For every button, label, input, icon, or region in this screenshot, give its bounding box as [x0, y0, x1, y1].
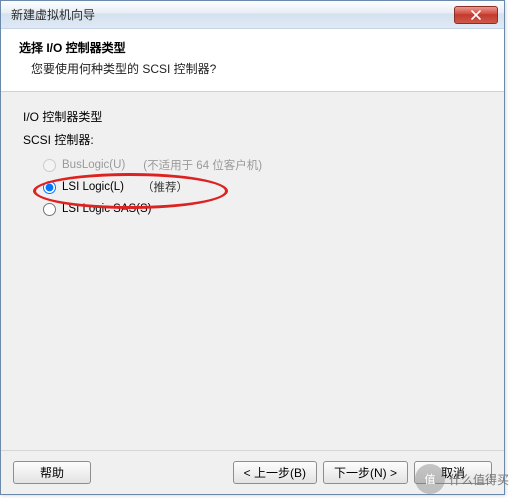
- section-label-scsi: SCSI 控制器:: [23, 131, 482, 148]
- cancel-button[interactable]: 取消: [414, 461, 492, 484]
- header-panel: 选择 I/O 控制器类型 您要使用何种类型的 SCSI 控制器?: [1, 29, 504, 92]
- radio-hint-buslogic: (不适用于 64 位客户机): [143, 157, 262, 173]
- radio-label-buslogic: BusLogic(U): [62, 159, 125, 171]
- header-subtitle: 您要使用何种类型的 SCSI 控制器?: [31, 60, 490, 77]
- radio-option-lsilogic[interactable]: LSI Logic(L) （推荐）: [43, 176, 482, 198]
- footer: 帮助 < 上一步(B) 下一步(N) > 取消: [1, 450, 504, 494]
- radio-lsilogic[interactable]: [43, 181, 56, 194]
- next-button[interactable]: 下一步(N) >: [323, 461, 408, 484]
- content-area: I/O 控制器类型 SCSI 控制器: BusLogic(U) (不适用于 64…: [1, 92, 504, 236]
- radio-option-buslogic: BusLogic(U) (不适用于 64 位客户机): [43, 154, 482, 176]
- header-title: 选择 I/O 控制器类型: [19, 39, 490, 56]
- dialog-window: 新建虚拟机向导 选择 I/O 控制器类型 您要使用何种类型的 SCSI 控制器?…: [0, 0, 505, 495]
- window-title: 新建虚拟机向导: [11, 6, 454, 23]
- radio-buslogic: [43, 159, 56, 172]
- radio-lsisas[interactable]: [43, 203, 56, 216]
- section-label-io: I/O 控制器类型: [23, 108, 482, 125]
- radio-group-scsi: BusLogic(U) (不适用于 64 位客户机) LSI Logic(L) …: [43, 154, 482, 220]
- radio-hint-lsilogic: （推荐）: [142, 179, 188, 195]
- close-button[interactable]: [454, 6, 498, 24]
- titlebar: 新建虚拟机向导: [1, 1, 504, 29]
- radio-label-lsisas: LSI Logic SAS(S): [62, 203, 151, 215]
- help-button[interactable]: 帮助: [13, 461, 91, 484]
- radio-option-lsisas[interactable]: LSI Logic SAS(S): [43, 198, 482, 220]
- radio-label-lsilogic: LSI Logic(L): [62, 181, 124, 193]
- back-button[interactable]: < 上一步(B): [233, 461, 317, 484]
- close-icon: [471, 10, 481, 20]
